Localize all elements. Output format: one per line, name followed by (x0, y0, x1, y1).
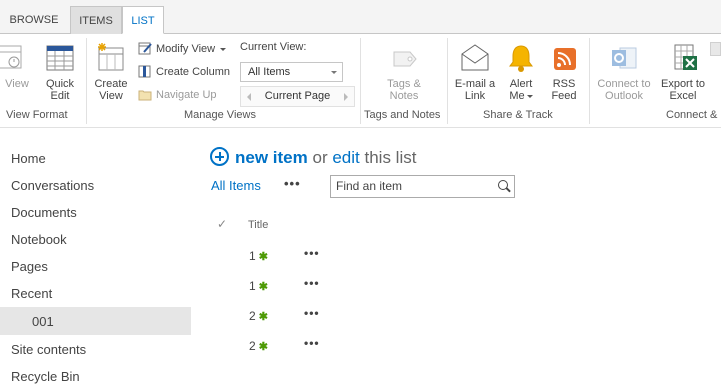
modify-view-label: Modify View (156, 43, 216, 55)
dropdown-arrow-icon (331, 71, 337, 74)
excel-icon (667, 42, 699, 74)
item-menu-ellipsis-icon[interactable]: ••• (304, 336, 320, 350)
new-item-marker-icon: ✱ (258, 311, 268, 323)
nav-item-documents[interactable]: Documents (0, 199, 191, 226)
quick-edit-button[interactable]: Quick Edit (42, 42, 78, 102)
ribbon-separator (86, 38, 87, 124)
connect-outlook-button[interactable]: Connect to Outlook (595, 42, 653, 102)
new-item-marker-icon: ✱ (258, 251, 268, 263)
or-text: or (312, 148, 328, 167)
current-view-label: Current View: (240, 41, 307, 53)
email-link-label: E-mail a Link (454, 78, 496, 102)
navigate-up-label: Navigate Up (156, 89, 217, 101)
nav-item-site-contents[interactable]: Site contents (0, 336, 191, 363)
navigate-up-button[interactable]: Navigate Up (138, 86, 217, 104)
item-menu-ellipsis-icon[interactable]: ••• (304, 276, 320, 290)
rss-feed-button[interactable]: RSS Feed (547, 42, 581, 102)
ribbon: View Quick Edit View Format Create View … (0, 34, 721, 128)
quick-edit-icon (44, 42, 76, 74)
export-excel-button[interactable]: Export to Excel (657, 42, 709, 102)
new-item-marker-icon: ✱ (258, 281, 268, 293)
view-more-ellipsis-icon[interactable]: ••• (284, 176, 301, 191)
tags-notes-label: Tags & Notes (387, 78, 421, 102)
select-all-checkmark-icon[interactable]: ✓ (217, 217, 227, 231)
tags-notes-button[interactable]: Tags & Notes (380, 42, 428, 102)
item-menu-ellipsis-icon[interactable]: ••• (304, 306, 320, 320)
list-item-title[interactable]: 2 ✱ (249, 336, 268, 356)
tab-browse[interactable]: BROWSE (0, 6, 68, 34)
tab-items[interactable]: ITEMS (70, 6, 122, 34)
current-view-value: All Items (248, 66, 291, 78)
current-view-select[interactable]: All Items (240, 62, 343, 82)
search-icon[interactable] (498, 180, 508, 190)
modify-view-icon (138, 41, 152, 55)
create-view-label: Create View (94, 78, 128, 102)
new-item-link[interactable]: new item (235, 148, 308, 167)
alert-me-button[interactable]: Alert Me (504, 42, 538, 102)
rss-icon (548, 42, 580, 74)
view-label: View (5, 78, 29, 90)
nav-item-recent[interactable]: Recent (0, 280, 191, 307)
nav-item-001[interactable]: 001 (0, 307, 191, 335)
search-placeholder: Find an item (336, 179, 403, 193)
tab-list[interactable]: LIST (122, 6, 164, 34)
nav-item-pages[interactable]: Pages (0, 253, 191, 280)
overflow-button-icon (710, 42, 721, 56)
create-column-label: Create Column (156, 66, 230, 78)
envelope-icon (459, 42, 491, 74)
email-link-button[interactable]: E-mail a Link (453, 42, 497, 102)
group-label-view-format: View Format (6, 109, 68, 121)
tag-icon (388, 42, 420, 74)
modify-view-button[interactable]: Modify View (138, 40, 227, 58)
create-column-button[interactable]: Create Column (138, 63, 230, 81)
ribbon-separator (589, 38, 590, 124)
current-page-pager: Current Page (240, 86, 355, 107)
nav-item-conversations[interactable]: Conversations (0, 172, 191, 199)
current-page-label: Current Page (264, 90, 331, 102)
nav-item-notebook[interactable]: Notebook (0, 226, 191, 253)
next-page-icon[interactable] (344, 93, 348, 101)
nav-item-recycle-bin[interactable]: Recycle Bin (0, 363, 191, 387)
column-header-title[interactable]: Title (248, 219, 268, 231)
ribbon-separator (447, 38, 448, 124)
ribbon-tab-bar: BROWSE ITEMS LIST (0, 0, 721, 34)
sharepoint-list-page: BROWSE ITEMS LIST View Quick Edit View F… (0, 0, 721, 387)
alert-me-label: Alert Me (509, 78, 533, 102)
navigate-up-icon (138, 87, 152, 101)
bell-icon (505, 42, 537, 74)
quick-edit-label: Quick Edit (45, 78, 75, 102)
group-label-manage-views: Manage Views (184, 109, 256, 121)
item-menu-ellipsis-icon[interactable]: ••• (304, 246, 320, 260)
group-label-tags-notes: Tags and Notes (364, 109, 441, 121)
view-all-items[interactable]: All Items (211, 178, 261, 193)
create-column-icon (138, 64, 152, 78)
export-excel-label: Export to Excel (660, 78, 706, 102)
group-label-connect-export: Connect & (666, 109, 718, 121)
ribbon-separator (360, 38, 361, 124)
group-label-share-track: Share & Track (483, 109, 553, 121)
add-circle-icon[interactable] (210, 147, 229, 166)
new-item-marker-icon: ✱ (258, 341, 268, 353)
connect-outlook-label: Connect to Outlook (597, 78, 651, 102)
chevron-down-icon (220, 48, 227, 51)
create-view-icon (95, 42, 127, 74)
previous-page-icon[interactable] (247, 93, 251, 101)
chevron-down-icon (526, 95, 533, 98)
nav-item-home[interactable]: Home (0, 145, 191, 172)
new-item-bar: new item or edit this list (210, 146, 416, 170)
rss-feed-label: RSS Feed (551, 78, 577, 102)
outlook-icon (608, 42, 640, 74)
create-view-button[interactable]: Create View (92, 42, 130, 102)
view-icon (0, 42, 24, 74)
view-button[interactable]: View (0, 42, 34, 90)
this-list-text: this list (364, 148, 417, 167)
edit-link[interactable]: edit (332, 148, 359, 167)
list-item-title[interactable]: 1 ✱ (249, 276, 268, 296)
list-item-title[interactable]: 2 ✱ (249, 306, 268, 326)
search-input[interactable]: Find an item (330, 175, 515, 198)
list-item-title[interactable]: 1 ✱ (249, 246, 268, 266)
